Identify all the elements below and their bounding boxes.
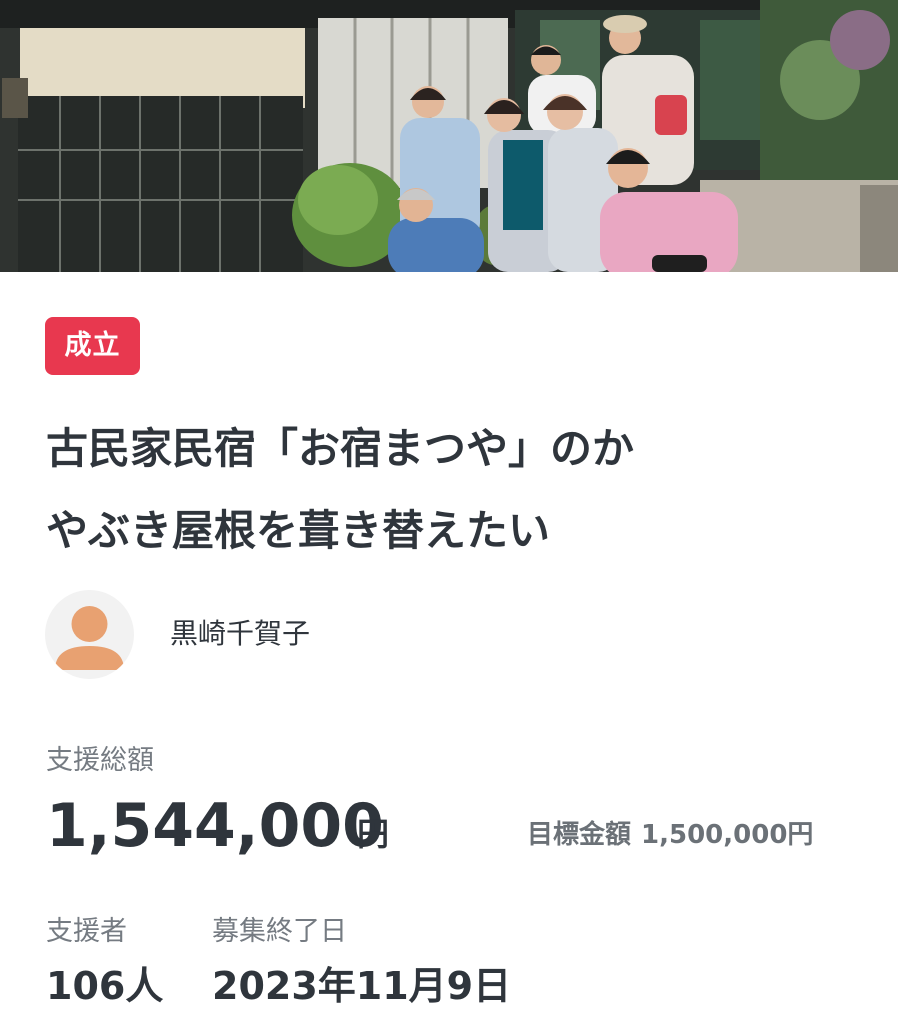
project-title-line-1: 古民家民宿「お宿まつや」のか [46, 424, 635, 473]
total-amount-label: 支援総額 [46, 745, 154, 776]
status-badge: 成立 [45, 317, 140, 375]
project-title: 古民家民宿「お宿まつや」のか やぶき屋根を葺き替えたい [46, 408, 846, 572]
goal-amount-value: 1,500,000円 [641, 820, 814, 850]
owner-avatar[interactable] [45, 590, 134, 679]
total-amount-unit: 円 [357, 815, 390, 853]
deadline-label: 募集終了日 [212, 916, 347, 947]
goal-amount: 目標金額 1,500,000円 [527, 817, 813, 853]
supporters-label: 支援者 [46, 916, 127, 947]
deadline-value: 2023年11月9日 [212, 964, 512, 1008]
group-photo [0, 0, 898, 272]
project-hero-image [0, 0, 898, 272]
default-user-icon [55, 606, 124, 670]
supporters-value: 106人 [46, 964, 164, 1008]
owner-name[interactable]: 黒崎千賀子 [170, 614, 310, 654]
goal-amount-label: 目標金額 [527, 820, 632, 850]
total-amount-value: 1,544,000 [46, 791, 384, 861]
project-title-line-2: やぶき屋根を葺き替えたい [46, 506, 551, 555]
